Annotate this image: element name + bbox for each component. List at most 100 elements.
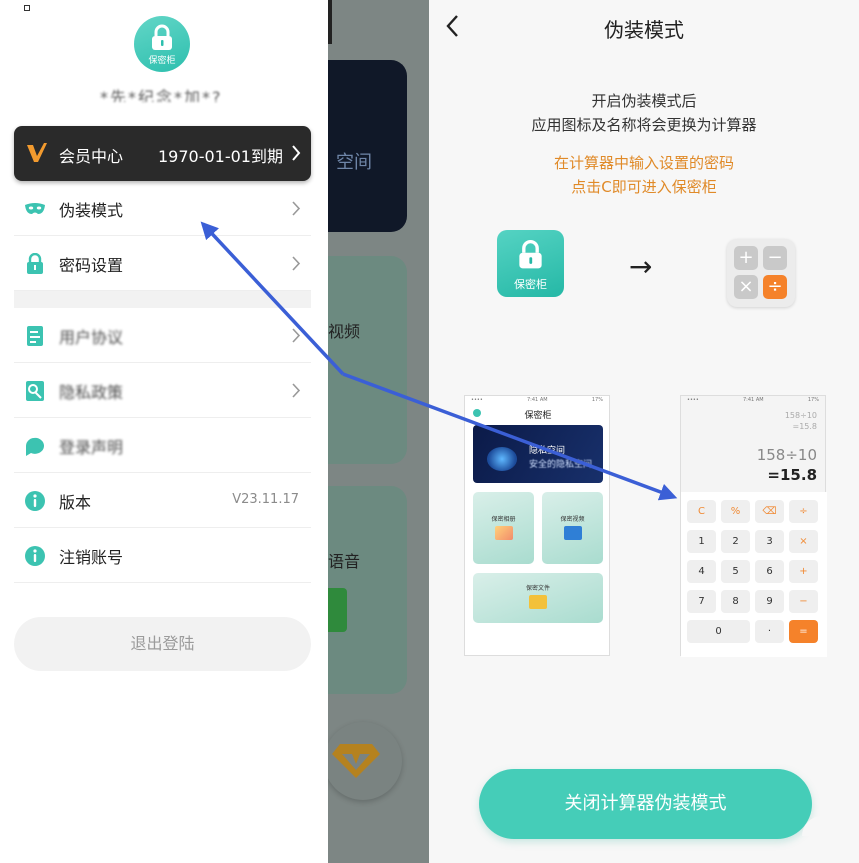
calc-key: 9 [755, 590, 784, 613]
calc-keypad: C % ⌫ ÷ 1 2 3 × 4 5 6 + 7 8 9 − 0 · = [681, 492, 827, 657]
status-time: 7:41 AM [527, 397, 548, 403]
lock-icon [27, 253, 43, 274]
menu-item-label: 注销账号 [59, 548, 124, 567]
transition-arrow: → [629, 250, 653, 283]
menu-item-label: 版本 [59, 493, 92, 512]
section-divider [14, 291, 311, 308]
mockup-tile-photos: 保密相册 [473, 492, 534, 564]
status-signal: •••• [471, 397, 483, 403]
background-banner-text: 空间 [336, 152, 372, 173]
calc-key-divide: ÷ [763, 275, 787, 299]
menu-item-disguise-mode[interactable]: 伪装模式 [14, 181, 311, 236]
calc-key: 6 [755, 560, 784, 583]
info-icon [25, 491, 45, 511]
tile-label: 保密文件 [525, 585, 550, 592]
status-time: 7:41 AM [743, 397, 764, 403]
calc-key: % [721, 500, 750, 523]
disguise-mode-page: 伪装模式 开启伪装模式后 应用图标及名称将会更换为计算器 在计算器中输入设置的密… [429, 0, 859, 863]
chevron-right-icon [292, 256, 301, 271]
chevron-right-icon [292, 383, 301, 398]
dimmed-overlay[interactable]: 空间 视频 语音 [328, 0, 429, 863]
tile-label: 保密视频 [560, 516, 585, 523]
banner-line: 隐私空间 [529, 446, 566, 456]
description-line: 应用图标及名称将会更换为计算器 [531, 116, 757, 134]
calculator-screen-mockup: •••• 7:41 AM 17% 158÷10 =15.8 158÷10 = 15… [680, 395, 827, 657]
background-vip-fab [328, 722, 402, 800]
status-battery: 17% [807, 397, 819, 403]
menu-item-version[interactable]: 版本 V23.11.17 [14, 473, 311, 528]
calc-key: 8 [721, 590, 750, 613]
calc-key: 5 [721, 560, 750, 583]
menu-item-label: 密码设置 [59, 256, 124, 275]
background-video-card: 视频 [328, 256, 407, 464]
side-drawer: 保密柜 *先*纪念*加*? 会员中心 1970-01-01到期 伪装模式 密码设… [0, 0, 328, 863]
menu-item-label: 登录声明 [59, 438, 124, 457]
lock-icon [152, 24, 172, 50]
calc-key-minus: − [763, 246, 787, 270]
menu-item-login-statement[interactable]: 登录声明 [14, 418, 311, 473]
hint-line: 在计算器中输入设置的密码 [553, 154, 734, 172]
calc-history: 158÷10 [784, 411, 817, 420]
calc-key: + [789, 560, 818, 583]
vip-center-label: 会员中心 [59, 147, 124, 166]
calc-key: 4 [687, 560, 716, 583]
app-icon-label: 保密柜 [514, 278, 547, 291]
user-name: *先*纪念*加*? [100, 88, 223, 102]
chat-icon [25, 437, 44, 456]
banner-line: 安全的隐私空间 [529, 460, 593, 470]
app-screen-mockup: •••• 7:41 AM 17% 保密柜 隐私空间 安全的隐私空间 保密相册 保… [464, 395, 610, 656]
calc-key-equals: = [789, 620, 818, 643]
calc-key-plus: + [734, 246, 758, 270]
menu-item-label: 隐私政策 [59, 383, 124, 402]
vip-icon [27, 143, 47, 162]
calc-key-zero: 0 [687, 620, 750, 643]
vip-center-bar[interactable]: 会员中心 1970-01-01到期 [14, 126, 311, 181]
mockup-tile-files: 保密文件 [473, 573, 603, 623]
menu-item-cancel-account[interactable]: 注销账号 [14, 528, 311, 583]
mockup-banner: 隐私空间 安全的隐私空间 [473, 425, 603, 483]
description-line: 开启伪装模式后 [591, 92, 697, 110]
chevron-right-icon [292, 328, 301, 343]
app-logo-label: 保密柜 [148, 56, 176, 66]
status-bar: •••• 7:41 AM 17% [681, 396, 825, 404]
calc-history: =15.8 [792, 422, 817, 431]
mockup-tile-videos: 保密视频 [542, 492, 603, 564]
privacy-icon [26, 381, 44, 401]
calc-key: 2 [721, 530, 750, 553]
photo-icon [494, 526, 513, 540]
hint-line: 点击C即可进入保密柜 [571, 178, 717, 196]
background-card-text: 视频 [328, 322, 361, 341]
calculator-icon-preview: + − × ÷ [727, 239, 795, 307]
calc-key: 1 [687, 530, 716, 553]
info-icon [25, 546, 45, 566]
logout-button[interactable]: 退出登陆 [14, 617, 311, 671]
menu-item-user-agreement[interactable]: 用户协议 [14, 308, 311, 363]
banner-graphic [487, 447, 517, 471]
page-title: 伪装模式 [604, 18, 684, 42]
menu-item-password-settings[interactable]: 密码设置 [14, 236, 311, 291]
calc-key: C [687, 500, 716, 523]
background-card-text: 语音 [328, 552, 361, 571]
calc-key: × [789, 530, 818, 553]
diamond-icon [332, 744, 380, 778]
version-value: V23.11.17 [232, 492, 299, 507]
calc-key: ÷ [789, 500, 818, 523]
chevron-right-icon [292, 145, 301, 161]
mask-icon [25, 203, 45, 214]
background-card-accent [328, 588, 347, 632]
app-icon-preview: 保密柜 [497, 230, 564, 297]
calc-key: 7 [687, 590, 716, 613]
document-icon [27, 326, 43, 346]
status-signal: •••• [687, 397, 699, 403]
tile-label: 保密相册 [491, 516, 516, 523]
corner-marker [24, 5, 30, 11]
background-edge [328, 0, 332, 44]
calc-key-multiply: × [734, 275, 758, 299]
close-calculator-disguise-button[interactable]: 关闭计算器伪装模式 [479, 769, 812, 839]
background-audio-card: 语音 [328, 486, 407, 694]
calc-key: 3 [755, 530, 784, 553]
status-bar: •••• 7:41 AM 17% [465, 396, 609, 404]
app-logo: 保密柜 [134, 16, 190, 72]
menu-item-privacy-policy[interactable]: 隐私政策 [14, 363, 311, 418]
calc-expression: 158÷10 [756, 446, 817, 464]
